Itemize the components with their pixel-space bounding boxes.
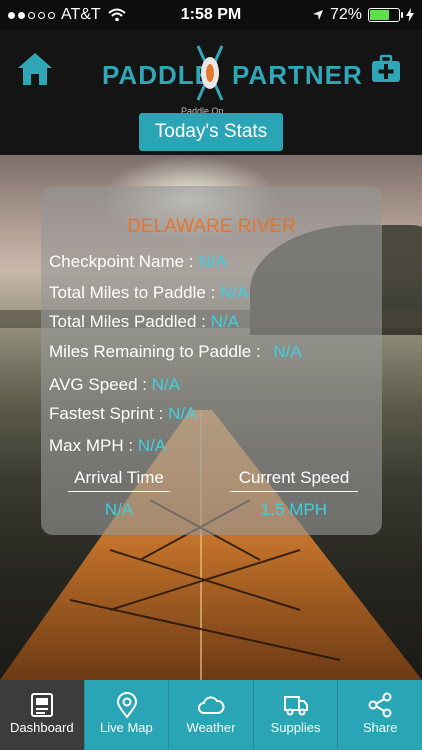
stat-row-total-miles: Total Miles to Paddle : N/A — [49, 283, 248, 303]
location-arrow-icon — [312, 10, 323, 20]
dashboard-icon — [31, 693, 53, 717]
app-header: PADDLE PARTNER Paddle On. Today's Stats — [0, 30, 422, 155]
cloud-icon — [198, 696, 225, 714]
truck-icon — [283, 696, 308, 716]
map-pin-icon — [116, 692, 137, 718]
tab-live-map[interactable]: Live Map — [84, 680, 170, 750]
current-speed-value: 1.5 MPH — [260, 500, 328, 519]
stat-label: Miles Remaining to Paddle : — [49, 342, 261, 361]
tab-label: Supplies — [270, 720, 321, 735]
stat-label: Total Miles to Paddle : — [49, 283, 216, 302]
stat-value: N/A — [273, 342, 302, 361]
tab-label: Dashboard — [9, 720, 74, 735]
arrival-time-label: Arrival Time — [68, 468, 170, 492]
battery-percent: 72% — [329, 6, 362, 23]
stat-label: Checkpoint Name : — [49, 252, 194, 271]
river-title: DELAWARE RIVER — [127, 216, 296, 237]
share-icon — [368, 692, 392, 718]
first-aid-kit-icon[interactable] — [371, 54, 401, 84]
tab-weather[interactable]: Weather — [169, 680, 254, 750]
stat-value: N/A — [137, 436, 167, 455]
stat-label: Fastest Sprint : — [49, 404, 164, 423]
stats-card: DELAWARE RIVER Checkpoint Name : N/A Tot… — [41, 186, 382, 535]
todays-stats-button[interactable]: Today's Stats — [139, 113, 283, 151]
stat-label: Max MPH : — [49, 436, 134, 455]
current-speed-label: Current Speed — [230, 468, 358, 492]
stat-value: N/A — [210, 312, 239, 331]
paddle-logo-icon — [196, 45, 224, 101]
home-icon[interactable] — [17, 52, 53, 86]
stat-value: N/A — [151, 375, 181, 394]
stat-row-avg-speed: AVG Speed : N/A — [49, 375, 180, 395]
stat-row-fastest-sprint: Fastest Sprint : N/A — [49, 404, 196, 424]
stat-label: AVG Speed : — [49, 375, 147, 394]
stat-row-miles-paddled: Total Miles Paddled : N/A — [49, 312, 239, 332]
tab-label: Live Map — [100, 720, 153, 735]
stat-row-max-mph: Max MPH : N/A — [49, 436, 166, 456]
brand-logo: PADDLE PARTNER Paddle On. — [100, 44, 362, 116]
tab-share[interactable]: Share — [338, 680, 422, 750]
stat-value: N/A — [168, 404, 197, 423]
battery-icon — [368, 8, 403, 22]
tab-supplies[interactable]: Supplies — [253, 680, 339, 750]
arrival-time-value: N/A — [104, 500, 134, 519]
stat-row-checkpoint: Checkpoint Name : N/A — [49, 252, 227, 272]
stat-value: N/A — [198, 252, 227, 271]
tab-label: Share — [362, 720, 398, 735]
tab-dashboard[interactable]: Dashboard — [0, 680, 85, 750]
stat-label: Total Miles Paddled : — [49, 312, 206, 331]
charging-bolt-icon — [406, 8, 414, 22]
brand-word-right: PARTNER — [232, 60, 363, 90]
stat-row-miles-remaining: Miles Remaining to Paddle : N/A — [49, 342, 302, 362]
bottom-tab-bar: Dashboard Live Map Weather Supplies Shar… — [0, 680, 422, 750]
status-right: 72% — [312, 6, 414, 24]
status-bar: AT&T 1:58 PM 72% — [0, 0, 422, 30]
stat-value: N/A — [220, 283, 249, 302]
tab-label: Weather — [186, 720, 236, 735]
